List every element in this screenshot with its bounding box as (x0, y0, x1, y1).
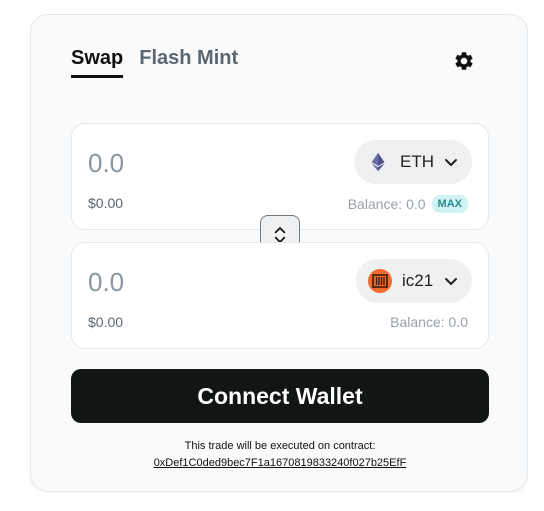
output-token-panel: ic21 $0.00 Balance: 0.0 (71, 242, 489, 349)
tab-flash-mint[interactable]: Flash Mint (139, 46, 238, 78)
input-token-symbol: ETH (400, 152, 434, 171)
chevron-down-icon (444, 155, 458, 169)
input-token-selector[interactable]: ETH (354, 140, 472, 184)
tab-swap[interactable]: Swap (71, 46, 124, 78)
swap-tabs: Swap Flash Mint (71, 46, 238, 78)
contract-note: This trade will be executed on contract: (184, 440, 376, 452)
connect-wallet-button[interactable]: Connect Wallet (71, 369, 489, 423)
input-amount-field[interactable] (88, 146, 288, 180)
max-button[interactable]: MAX (431, 195, 468, 213)
chevron-down-icon (444, 274, 458, 288)
ic21-token-icon (368, 269, 392, 293)
input-token-panel: ETH $0.00 Balance: 0.0 MAX (71, 123, 489, 230)
input-usd-value: $0.00 (88, 195, 124, 211)
output-amount-field[interactable] (88, 265, 288, 299)
input-balance-text: Balance: 0.0 (347, 196, 426, 212)
output-balance: Balance: 0.0 (390, 314, 468, 330)
output-usd-value: $0.00 (88, 314, 124, 330)
swap-card: Swap Flash Mint ETH $0.00 B (30, 14, 528, 492)
contract-address-link[interactable]: 0xDef1C0ded9bec7F1a1670819833240f027b25E… (71, 457, 489, 469)
output-token-symbol: ic21 (402, 271, 434, 290)
output-token-selector[interactable]: ic21 (356, 259, 472, 303)
settings-gear-icon[interactable] (453, 50, 475, 72)
output-balance-text: Balance: 0.0 (390, 314, 468, 330)
input-balance: Balance: 0.0 MAX (348, 195, 468, 213)
ethereum-icon (366, 150, 390, 174)
